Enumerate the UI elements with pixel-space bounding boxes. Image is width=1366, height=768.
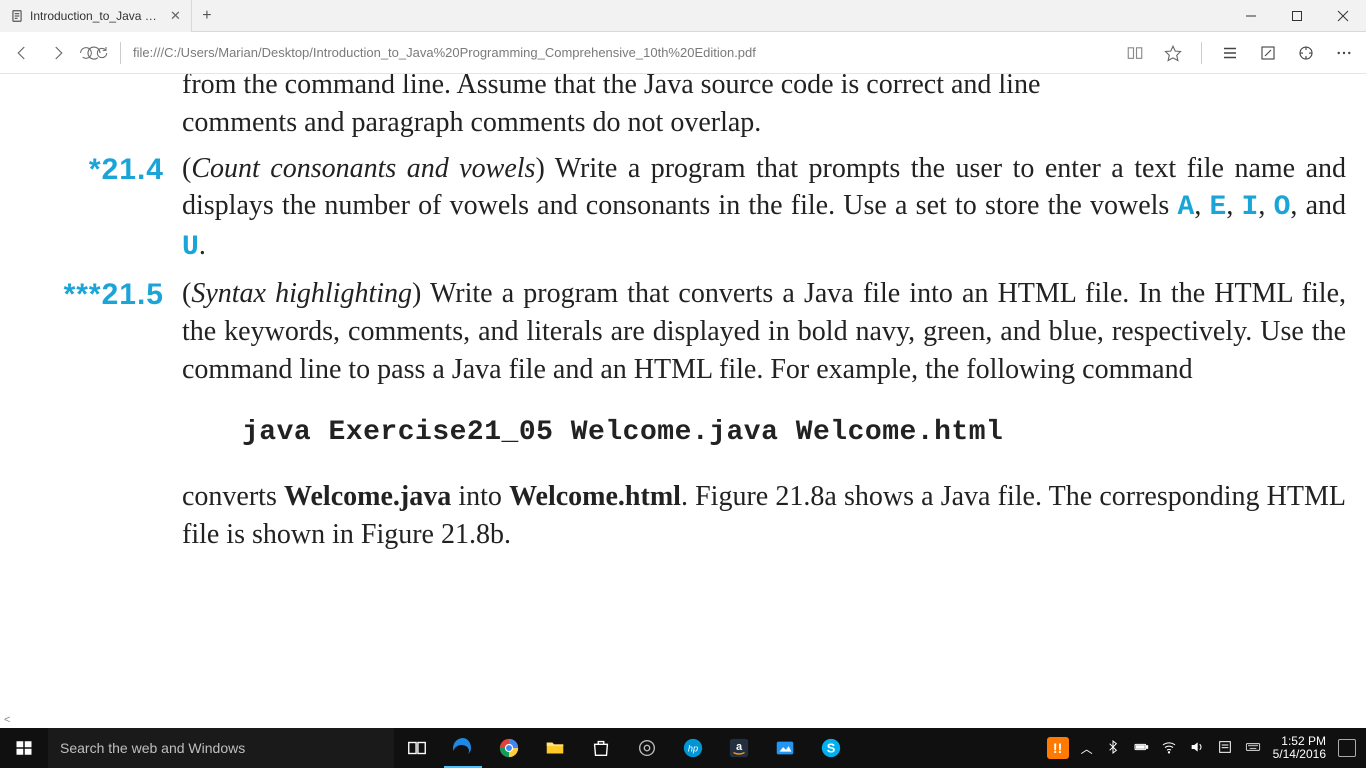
svg-text:hp: hp [688,744,698,754]
tray-wifi-icon[interactable] [1161,739,1177,758]
app-icon-disc[interactable] [624,728,670,768]
pdf-viewport[interactable]: from the command line. Assume that the J… [0,74,1366,728]
scroll-left-caret-icon[interactable]: < [0,714,10,726]
window-close-button[interactable] [1320,0,1366,31]
vowel-letter: U [182,232,199,263]
chrome-icon[interactable] [486,728,532,768]
forward-button[interactable] [42,37,74,69]
browser-tab[interactable]: Introduction_to_Java Prc ✕ [0,0,192,32]
vowel-letter: O [1274,192,1291,223]
reading-view-icon[interactable] [1119,37,1151,69]
task-view-icon[interactable] [394,728,440,768]
tray-battery-icon[interactable] [1133,739,1149,758]
svg-text:a: a [736,741,743,753]
tray-notes-icon[interactable] [1217,739,1233,758]
more-icon[interactable] [1328,37,1360,69]
tray-alert-badge[interactable]: !! [1047,737,1069,759]
text: , [1226,190,1241,221]
horizontal-scrollbar[interactable]: < [0,712,1366,728]
text: . [199,230,206,261]
hub-icon[interactable] [1214,37,1246,69]
browser-navbar: file:///C:/Users/Marian/Desktop/Introduc… [0,32,1366,74]
code-command: java Exercise21_05 Welcome.java Welcome.… [242,414,1346,452]
tray-volume-icon[interactable] [1189,739,1205,758]
separator [1201,42,1202,64]
pdf-page: from the command line. Assume that the J… [0,74,1366,554]
vowel-letter: I [1242,192,1259,223]
favorite-star-icon[interactable] [1157,37,1189,69]
start-button[interactable] [0,728,48,768]
vowel-letter: A [1178,192,1195,223]
webnote-icon[interactable] [1252,37,1284,69]
file-explorer-icon[interactable] [532,728,578,768]
tray-date: 5/14/2016 [1273,748,1326,761]
text: comments and paragraph comments do not o… [182,107,761,138]
tray-clock[interactable]: 1:52 PM 5/14/2016 [1273,735,1326,761]
exercise-body: (Syntax highlighting) Write a program th… [182,275,1346,554]
filename: Welcome.html [509,481,681,512]
window-controls [1228,0,1366,31]
text: , [1194,190,1209,221]
text: into [451,481,509,512]
vowel-letter: E [1210,192,1227,223]
store-icon[interactable] [578,728,624,768]
address-bar[interactable]: file:///C:/Users/Marian/Desktop/Introduc… [131,41,1107,64]
text: converts [182,481,284,512]
edge-icon[interactable] [440,728,486,768]
filename: Welcome.java [284,481,451,512]
tab-title: Introduction_to_Java Prc [30,9,160,23]
skype-icon[interactable]: S [808,728,854,768]
window-minimize-button[interactable] [1228,0,1274,31]
paragraph-continuation: from the command line. Assume that the J… [182,74,1346,142]
exercise-number: ***21.5 [6,275,182,316]
windows-taskbar: Search the web and Windows hp a S !! ︿ 1… [0,728,1366,768]
toolbar-right [1119,37,1360,69]
exercise-body: (Count consonants and vowels) Write a pr… [182,150,1346,267]
taskbar-apps: hp a S [394,728,854,768]
tab-close-icon[interactable]: ✕ [170,8,181,24]
hp-icon[interactable]: hp [670,728,716,768]
tray-keyboard-icon[interactable] [1245,739,1261,758]
text: from the command line. Assume that the J… [182,74,1040,100]
refresh-button[interactable] [78,37,110,69]
share-icon[interactable] [1290,37,1322,69]
tray-overflow-icon[interactable]: ︿ [1081,740,1093,757]
action-center-icon[interactable] [1338,739,1356,757]
new-tab-button[interactable]: + [192,0,222,31]
exercise-title: Syntax highlighting [191,278,412,309]
text: , [1258,190,1273,221]
photos-icon[interactable] [762,728,808,768]
taskbar-search[interactable]: Search the web and Windows [48,728,394,768]
browser-titlebar: Introduction_to_Java Prc ✕ + [0,0,1366,32]
svg-text:S: S [827,741,836,756]
separator [120,42,121,64]
text: , and [1290,190,1346,221]
amazon-icon[interactable]: a [716,728,762,768]
exercise-number: *21.4 [6,150,182,191]
back-button[interactable] [6,37,38,69]
document-icon [10,9,24,23]
window-maximize-button[interactable] [1274,0,1320,31]
exercise-title: Count consonants and vowels [191,153,535,184]
tray-bluetooth-icon[interactable] [1105,739,1121,758]
system-tray: !! ︿ 1:52 PM 5/14/2016 [1037,728,1366,768]
search-placeholder: Search the web and Windows [60,740,245,756]
